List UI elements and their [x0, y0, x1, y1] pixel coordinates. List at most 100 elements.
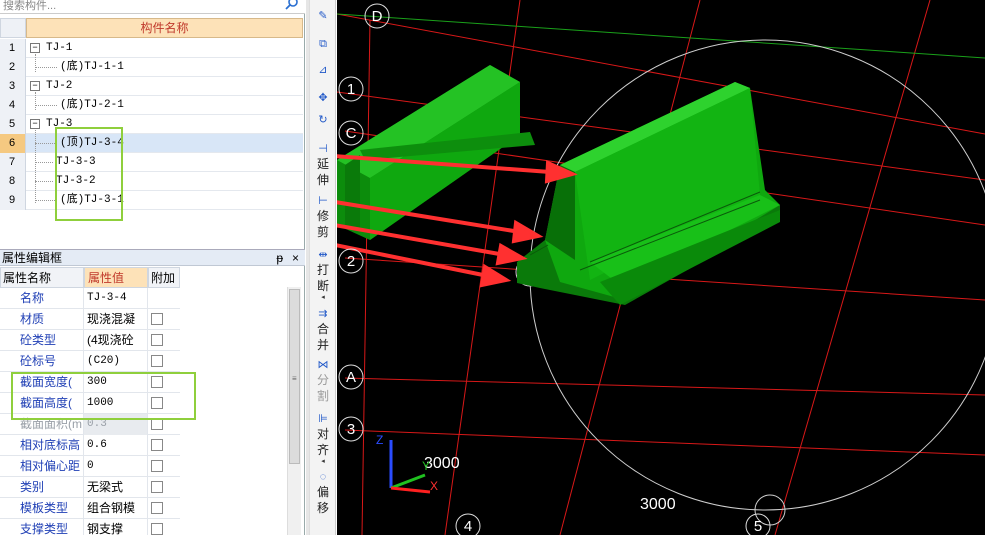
axis-gizmo-icon: Z Y X	[376, 433, 438, 494]
trim-icon: ⊢	[318, 195, 328, 207]
merge-button[interactable]: ⇉ 合并	[310, 308, 336, 353]
tree-connector	[35, 162, 53, 163]
axis-label: 5	[754, 518, 762, 535]
dropdown-arrow-icon: ◂	[321, 294, 325, 301]
align-label: 对齐	[316, 427, 329, 457]
prop-row[interactable]: 砼类型 (4现浇砼	[0, 330, 180, 351]
extra-checkbox[interactable]	[151, 502, 163, 514]
right-footing-solid	[517, 82, 780, 305]
row-number: 7	[0, 153, 26, 172]
prop-row[interactable]: 模板类型 组合钢模	[0, 498, 180, 519]
offset-icon: ◌	[319, 471, 327, 483]
extra-checkbox[interactable]	[151, 439, 163, 451]
offset-button[interactable]: ◌ 偏移	[310, 471, 336, 516]
axis-label: 3	[347, 421, 355, 438]
prop-row[interactable]: 相对底标高 0.6	[0, 435, 180, 456]
prop-row[interactable]: 砼标号 (C20)	[0, 351, 180, 372]
prop-row[interactable]: 类别 无梁式	[0, 477, 180, 498]
rotate-icon[interactable]: ↻	[310, 114, 336, 127]
prop-name: 砼标号	[0, 351, 84, 372]
tree-row[interactable]: 5 − TJ-3	[0, 115, 303, 134]
search-bar[interactable]: 搜索构件...	[0, 0, 305, 14]
component-tree: 构件名称 1 − TJ-1 2 (底)TJ-1-1 3 − TJ-2 4 (底)…	[0, 18, 303, 248]
extra-checkbox[interactable]	[151, 460, 163, 472]
axis-label: 2	[347, 253, 355, 270]
tree-item-label: (底)TJ-2-1	[60, 99, 124, 111]
split-button[interactable]: ⋈ 分割	[310, 359, 336, 404]
collapse-icon[interactable]: −	[30, 119, 40, 129]
prop-value[interactable]: (4现浇砼	[84, 330, 148, 351]
prop-value[interactable]: (C20)	[84, 351, 148, 372]
viewport-canvas[interactable]: D 1 C 2 A 3 4 5 3000 3000 Z Y X	[337, 0, 985, 535]
prop-name: 相对底标高	[0, 435, 84, 456]
prop-row[interactable]: 材质 现浇混凝	[0, 309, 180, 330]
prop-value[interactable]: 0.6	[84, 435, 148, 456]
extend-button[interactable]: ⊣ 延伸	[310, 143, 336, 188]
scrollbar-thumb[interactable]: ≡	[289, 289, 300, 464]
prop-value[interactable]: 现浇混凝	[84, 309, 148, 330]
extra-checkbox[interactable]	[151, 481, 163, 493]
extra-checkbox[interactable]	[151, 334, 163, 346]
collapse-icon[interactable]: −	[30, 43, 40, 53]
align-button[interactable]: ⊫ 对齐 ◂	[310, 413, 336, 466]
extra-checkbox[interactable]	[151, 355, 163, 367]
tree-item-label: TJ-1	[46, 42, 73, 54]
3d-viewport[interactable]: D 1 C 2 A 3 4 5 3000 3000 Z Y X	[337, 0, 985, 535]
extra-checkbox[interactable]	[151, 523, 163, 535]
trim-button[interactable]: ⊢ 修剪	[310, 195, 336, 240]
split-label: 分割	[316, 373, 329, 403]
axis-z-label: Z	[376, 433, 383, 447]
row-number: 5	[0, 115, 26, 134]
close-icon[interactable]: ×	[292, 250, 299, 266]
pin-icon[interactable]: ᵽ	[276, 250, 283, 266]
collapse-icon[interactable]: −	[30, 81, 40, 91]
highlight-box-tree	[55, 127, 123, 221]
prop-row[interactable]: 相对偏心距 0	[0, 456, 180, 477]
tree-item-label: (底)TJ-1-1	[60, 61, 124, 73]
dimension-label: 3000	[640, 496, 676, 513]
copy-icon[interactable]: ⧉	[310, 38, 336, 51]
tree-row[interactable]: 3 − TJ-2	[0, 77, 303, 96]
prop-value[interactable]: 无梁式	[84, 477, 148, 498]
axis-label: 4	[464, 518, 472, 535]
tree-header: 构件名称	[26, 18, 303, 38]
prop-row[interactable]: 支撑类型 钢支撑	[0, 519, 180, 535]
tree-connector	[35, 67, 57, 68]
row-number: 6	[0, 134, 26, 153]
tree-connector	[35, 200, 57, 201]
highlight-box-props	[11, 372, 196, 420]
prop-value[interactable]: TJ-3-4	[84, 288, 148, 309]
prop-value[interactable]: 组合钢模	[84, 498, 148, 519]
prop-value[interactable]: 0	[84, 456, 148, 477]
prop-row[interactable]: 名称 TJ-3-4	[0, 288, 180, 309]
tree-corner	[0, 18, 26, 38]
prop-name: 相对偏心距	[0, 456, 84, 477]
col-header-value: 属性值	[84, 267, 148, 288]
search-input[interactable]: 搜索构件...	[3, 0, 56, 13]
prop-name: 支撑类型	[0, 519, 84, 535]
merge-icon: ⇉	[318, 308, 328, 320]
mirror-icon[interactable]: ⊿	[310, 64, 336, 77]
prop-value[interactable]: 钢支撑	[84, 519, 148, 535]
break-label: 打断	[316, 263, 329, 293]
col-header-extra: 附加	[148, 267, 180, 288]
props-scrollbar[interactable]: ≡	[287, 287, 301, 535]
break-button[interactable]: ⇹ 打断 ◂	[310, 249, 336, 302]
left-panel: 搜索构件... 构件名称 1 − TJ-1 2 (底)TJ-1-1 3 − TJ…	[0, 0, 305, 535]
prop-name: 模板类型	[0, 498, 84, 519]
align-icon: ⊫	[318, 413, 328, 425]
tree-connector	[35, 181, 53, 182]
tree-item-label: TJ-2	[46, 80, 73, 92]
offset-label: 偏移	[316, 485, 329, 515]
row-number: 2	[0, 58, 26, 77]
tree-row[interactable]: 1 − TJ-1	[0, 39, 303, 58]
tree-connector	[35, 92, 36, 110]
move-icon[interactable]: ✥	[310, 92, 336, 105]
extra-checkbox[interactable]	[151, 313, 163, 325]
axis-label: A	[346, 369, 356, 386]
axis-label: C	[346, 125, 357, 142]
edit-toolbar: ✎ ⧉ ⊿ ✥ ↻ ⊣ 延伸 ⊢ 修剪 ⇹ 打断 ◂ ⇉ 合并 ⋈ 分割 ⊫ 对…	[309, 0, 336, 535]
brush-icon[interactable]: ✎	[310, 10, 336, 23]
search-icon[interactable]	[285, 0, 299, 10]
row-number: 9	[0, 191, 26, 210]
